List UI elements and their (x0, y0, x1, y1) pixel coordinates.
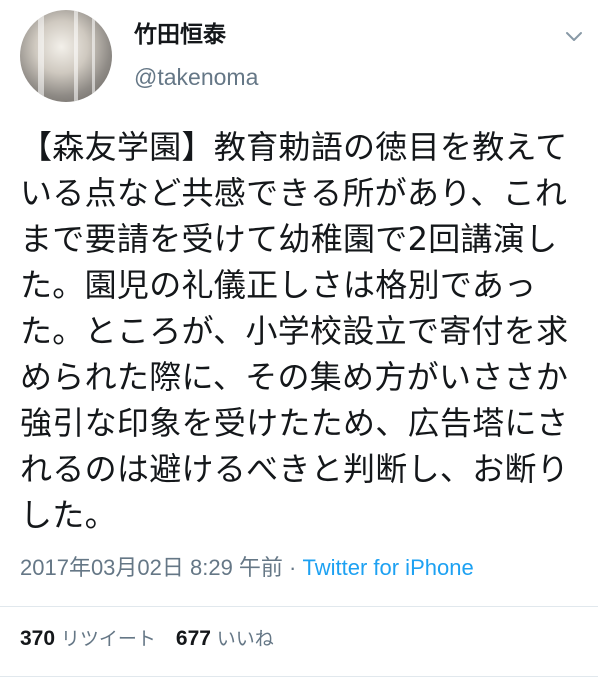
author-display-name[interactable]: 竹田恒泰 (134, 20, 226, 50)
avatar-detail (38, 10, 44, 102)
tweet-text: 【森友学園】教育勅語の徳目を教えている点など共感できる所があり、これまで要請を受… (20, 128, 570, 534)
tweet-stats: 370 リツイート 677 いいね (20, 625, 274, 653)
avatar-detail (92, 10, 95, 102)
tweet-source-link[interactable]: Twitter for iPhone (303, 555, 474, 580)
tweet-timestamp[interactable]: 2017年03月02日 8:29 午前 (20, 555, 283, 580)
divider (0, 676, 598, 677)
author-handle[interactable]: @takenoma (134, 62, 258, 92)
tweet-meta: 2017年03月02日 8:29 午前 · Twitter for iPhone (20, 554, 474, 582)
retweets-count: 370 (20, 627, 56, 650)
meta-separator: · (282, 555, 303, 580)
retweets-label: リツイート (60, 628, 156, 650)
chevron-down-icon[interactable] (562, 26, 586, 46)
avatar[interactable] (20, 10, 112, 102)
likes-stat[interactable]: 677 いいね (176, 627, 274, 650)
tweet-card: 竹田恒泰 @takenoma 【森友学園】教育勅語の徳目を教えている点など共感で… (0, 0, 598, 680)
retweets-stat[interactable]: 370 リツイート (20, 627, 156, 650)
avatar-detail (74, 10, 78, 102)
likes-count: 677 (175, 627, 211, 650)
divider (0, 606, 598, 607)
likes-label: いいね (216, 628, 274, 650)
